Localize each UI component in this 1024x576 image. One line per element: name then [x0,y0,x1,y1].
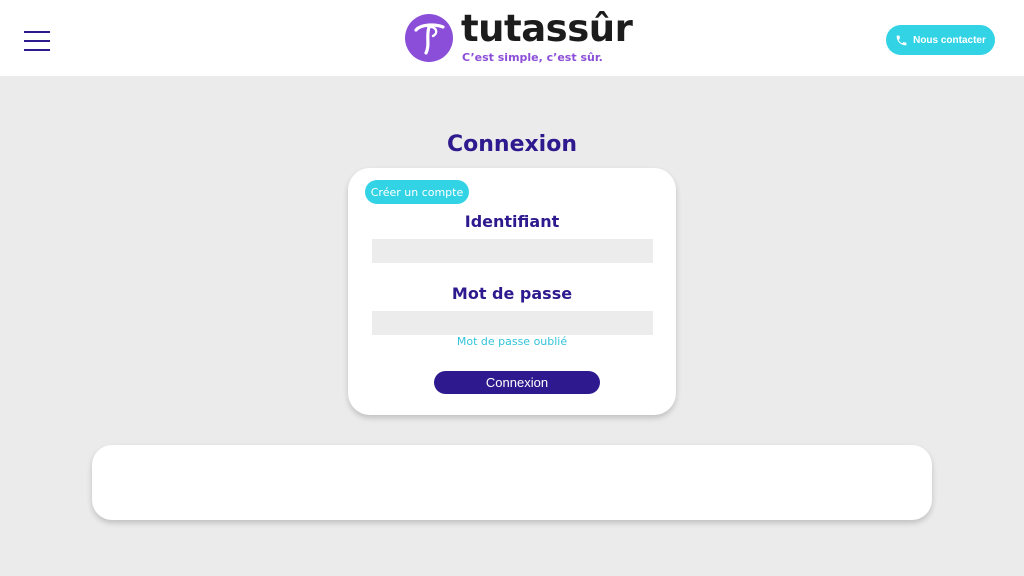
login-submit-button[interactable]: Connexion [434,371,600,394]
brand-name: tutassûr [461,7,633,50]
identifier-label: Identifiant [464,212,560,231]
page-title: Connexion [446,132,577,157]
menu-line [24,49,50,51]
identifier-input[interactable] [372,239,653,263]
password-label: Mot de passe [451,284,573,303]
brand-logo[interactable]: tutassûr C’est simple, c’est sûr. [405,7,633,65]
create-account-button[interactable]: Créer un compte [365,180,469,204]
phone-icon [896,35,907,45]
contact-button[interactable]: Nous contacter [886,25,995,55]
brand-tagline: C’est simple, c’est sûr. [462,51,603,64]
site-header: tutassûr C’est simple, c’est sûr. Nous c… [0,0,1024,76]
info-panel [92,445,932,520]
tutassur-t-logo-icon [405,14,453,62]
menu-line [24,40,50,42]
forgot-password-link[interactable]: Mot de passe oublié [348,335,676,348]
hamburger-menu-icon[interactable] [24,31,50,51]
login-card: Créer un compte Identifiant Mot de passe… [348,168,676,415]
contact-button-label: Nous contacter [913,34,986,46]
password-input[interactable] [372,311,653,335]
menu-line [24,31,50,33]
